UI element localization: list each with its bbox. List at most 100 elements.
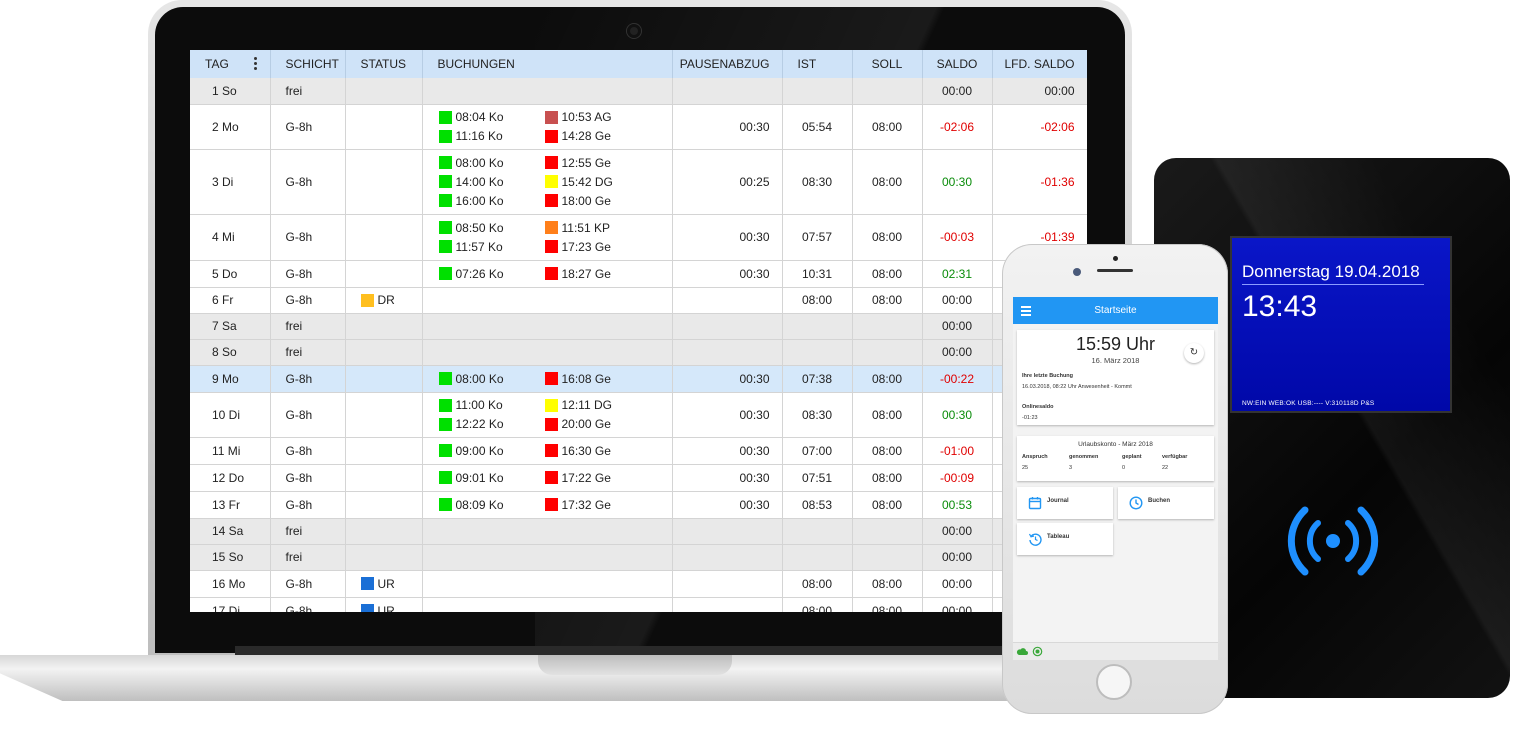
cell-lfd-saldo: -02:06 <box>992 104 1087 150</box>
cell-schicht: G-8h <box>270 437 346 465</box>
booking-entry[interactable]: 08:09 Ko <box>438 496 545 513</box>
booking-type-icon <box>544 444 558 457</box>
booking-entry[interactable]: 11:57 Ko <box>438 238 545 255</box>
nfc-reader-icon[interactable] <box>1278 496 1388 596</box>
booking-entry[interactable]: 17:32 Ge <box>544 496 651 513</box>
booking-label: 09:00 Ko <box>455 443 504 458</box>
table-row[interactable]: 10 Di G-8h 11:00 Ko 12:11 DG 12:22 Ko 20:00 G… <box>190 392 1087 438</box>
cell-soll: 08:00 <box>852 365 923 393</box>
booking-label: 08:00 Ko <box>455 155 504 170</box>
cell-tag: 9 Mo <box>190 365 271 393</box>
table-row[interactable]: 12 Do G-8h 09:01 Ko 17:22 Ge 00:30 07:51 08:00… <box>190 464 1087 492</box>
table-row[interactable]: 9 Mo G-8h 08:00 Ko 16:08 Ge 00:30 07:38 08:00-… <box>190 365 1087 393</box>
booking-entry[interactable]: 12:22 Ko <box>438 416 545 433</box>
journal-tile[interactable]: Journal <box>1017 487 1113 519</box>
table-row[interactable]: 1 So frei 00:00 00:00 <box>190 78 1087 105</box>
booking-entry[interactable]: 10:53 AG <box>544 109 651 126</box>
booking-entry[interactable]: 17:22 Ge <box>544 469 651 486</box>
booking-list: 11:00 Ko 12:11 DG 12:22 Ko 20:00 Ge <box>423 395 672 435</box>
table-row[interactable]: 2 Mo G-8h 08:04 Ko 10:53 AG 11:16 Ko 14:28 Ge… <box>190 104 1087 150</box>
booking-list: 09:01 Ko 17:22 Ge <box>423 467 672 488</box>
column-header-ist[interactable]: IST <box>782 50 853 78</box>
booking-entry[interactable]: 15:42 DG <box>544 173 651 190</box>
cell-schicht: G-8h <box>270 287 346 314</box>
column-header-tag[interactable]: TAG <box>190 50 271 78</box>
table-row[interactable]: 4 Mi G-8h 08:50 Ko 11:51 KP 11:57 Ko 17:23 Ge… <box>190 214 1087 261</box>
table-row[interactable]: 5 Do G-8h 07:26 Ko 18:27 Ge 00:30 10:31 08:00 0… <box>190 260 1087 288</box>
cell-pausenabzug: 00:30 <box>672 104 783 150</box>
status-color-icon <box>360 577 374 590</box>
table-row[interactable]: 17 Di G-8h UR 08:00 08:00 00:00 <box>190 597 1087 612</box>
booking-entry[interactable]: 08:04 Ko <box>438 109 545 126</box>
cell-ist: 08:30 <box>782 392 853 438</box>
cell-status <box>345 464 423 492</box>
column-header-buchungen[interactable]: BUCHUNGEN <box>422 50 673 78</box>
booking-entry[interactable]: 14:28 Ge <box>544 128 651 145</box>
booking-entry[interactable]: 18:27 Ge <box>544 265 651 282</box>
booking-entry[interactable]: 17:23 Ge <box>544 238 651 255</box>
column-header-schicht[interactable]: SCHICHT <box>270 50 346 78</box>
cell-buchungen <box>422 78 673 105</box>
booking-entry[interactable]: 12:11 DG <box>544 397 651 414</box>
table-row[interactable]: 15 So frei 00:00 <box>190 544 1087 571</box>
cell-status <box>345 214 423 261</box>
status-color-icon <box>360 604 374 612</box>
table-row[interactable]: 6 Fr G-8h DR 08:00 08:00 00:00 <box>190 287 1087 314</box>
table-row[interactable]: 8 So frei 00:00 <box>190 339 1087 366</box>
online-saldo-label: Onlinesaldo <box>1022 404 1054 410</box>
cell-saldo: 00:00 <box>922 518 993 545</box>
table-row[interactable]: 13 Fr G-8h 08:09 Ko 17:32 Ge 00:30 08:53 08:00… <box>190 491 1087 519</box>
timesheet-body: 1 So frei 00:00 00:00 2 Mo G-8h 08:04 Ko 10:53 … <box>190 78 1087 612</box>
booking-entry[interactable]: 20:00 Ge <box>544 416 651 433</box>
booking-type-icon <box>438 110 452 124</box>
status-badge: DR <box>360 293 422 307</box>
booking-entry[interactable]: 08:00 Ko <box>438 154 545 171</box>
booking-entry[interactable]: 16:30 Ge <box>544 442 651 459</box>
cell-status <box>345 518 423 545</box>
booking-entry[interactable]: 16:00 Ko <box>438 192 545 209</box>
column-menu-icon[interactable] <box>254 57 258 72</box>
column-header-saldo[interactable]: SALDO <box>922 50 993 78</box>
booking-entry[interactable]: 11:16 Ko <box>438 128 545 145</box>
refresh-button[interactable]: ↻ <box>1184 343 1204 363</box>
booking-type-icon <box>544 175 558 188</box>
table-row[interactable]: 14 Sa frei 00:00 <box>190 518 1087 545</box>
booking-entry[interactable]: 11:51 KP <box>544 219 651 236</box>
phone-home-button[interactable] <box>1096 664 1132 700</box>
table-row[interactable]: 7 Sa frei 00:00 <box>190 313 1087 340</box>
booking-type-icon <box>544 194 558 207</box>
table-row[interactable]: 11 Mi G-8h 09:00 Ko 16:30 Ge 00:30 07:00 08:00… <box>190 437 1087 465</box>
cell-schicht: frei <box>270 313 346 340</box>
column-header-status[interactable]: STATUS <box>345 50 423 78</box>
booking-label: 08:09 Ko <box>455 497 504 512</box>
cell-tag: 1 So <box>190 78 271 105</box>
booking-entry[interactable]: 08:50 Ko <box>438 219 545 236</box>
booking-entry[interactable]: 08:00 Ko <box>438 370 545 387</box>
booking-entry[interactable]: 07:26 Ko <box>438 265 545 282</box>
booking-type-icon <box>438 194 452 207</box>
buchen-label: Buchen <box>1148 498 1171 504</box>
cell-pausenabzug: 00:30 <box>672 260 783 288</box>
booking-entry[interactable]: 11:00 Ko <box>438 397 545 414</box>
buchen-tile[interactable]: Buchen <box>1118 487 1214 519</box>
cell-pausenabzug <box>672 287 783 314</box>
booking-entry[interactable]: 09:01 Ko <box>438 469 545 486</box>
booking-entry[interactable]: 16:08 Ge <box>544 370 651 387</box>
table-row[interactable]: 16 Mo G-8h UR 08:00 08:00 00:00 <box>190 570 1087 598</box>
booking-entry[interactable]: 18:00 Ge <box>544 192 651 209</box>
booking-entry[interactable]: 14:00 Ko <box>438 173 545 190</box>
column-header-pausenabzug[interactable]: PAUSENABZUG <box>672 50 783 78</box>
cell-status <box>345 339 423 366</box>
booking-label: 11:16 Ko <box>455 129 503 143</box>
table-row[interactable]: 3 Di G-8h 08:00 Ko 12:55 Ge 14:00 Ko 15:42 DG… <box>190 149 1087 215</box>
status-label: UR <box>377 576 395 591</box>
cell-buchungen: 09:01 Ko 17:22 Ge <box>422 464 673 492</box>
column-header-lfd-saldo[interactable]: LFD. SALDO <box>992 50 1087 78</box>
booking-type-icon <box>544 156 558 169</box>
tableau-tile[interactable]: Tableau <box>1017 523 1113 555</box>
column-header-soll[interactable]: SOLL <box>852 50 923 78</box>
booking-entry[interactable]: 09:00 Ko <box>438 442 545 459</box>
booking-type-icon <box>544 417 558 431</box>
cell-saldo: 00:00 <box>922 570 993 598</box>
booking-entry[interactable]: 12:55 Ge <box>544 154 651 171</box>
